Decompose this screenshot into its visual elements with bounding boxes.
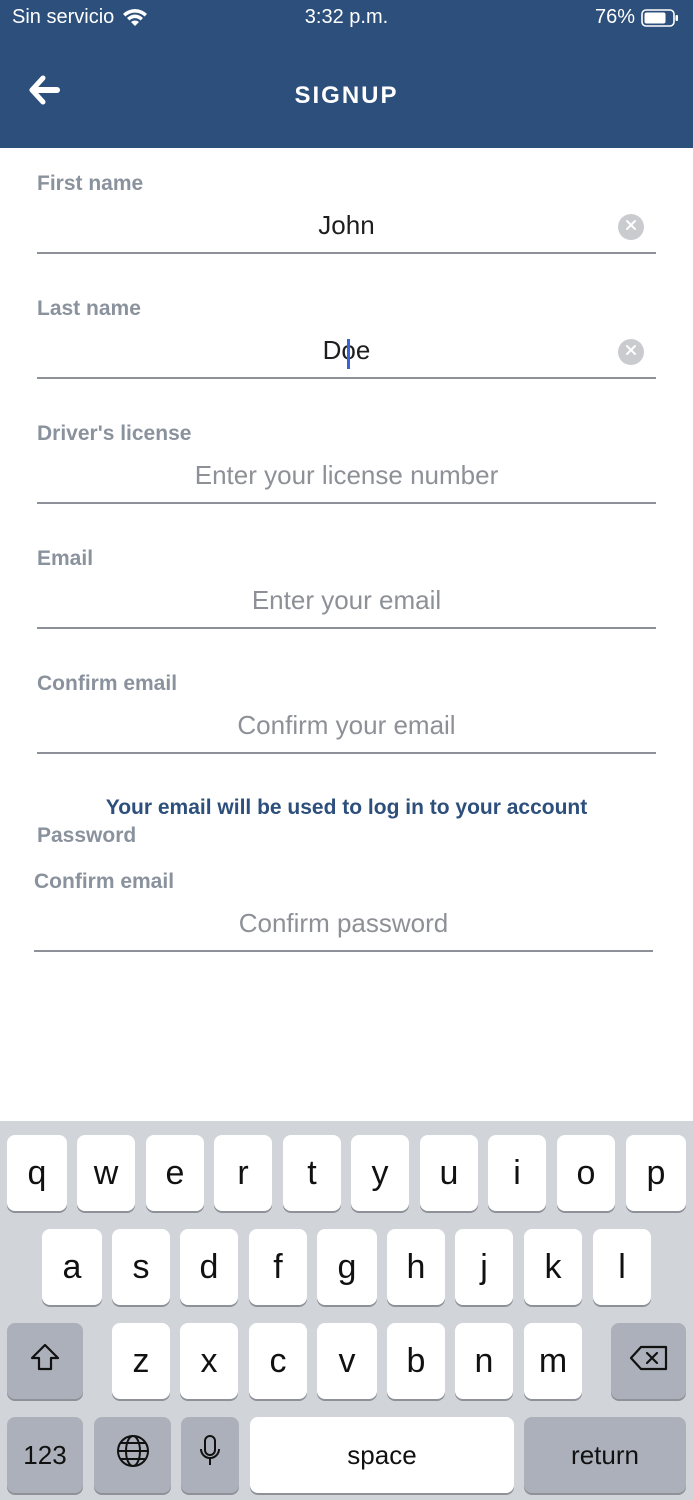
clear-first-name-button[interactable] — [618, 214, 644, 240]
license-field: Driver's license — [37, 422, 656, 522]
key-u[interactable]: u — [420, 1135, 478, 1211]
key-g[interactable]: g — [317, 1229, 377, 1305]
key-f[interactable]: f — [249, 1229, 307, 1305]
app-header: Sin servicio 3:32 p.m. 76% SIGNUP — [0, 0, 693, 148]
close-icon — [625, 343, 637, 361]
key-s[interactable]: s — [112, 1229, 170, 1305]
backspace-key[interactable] — [611, 1323, 686, 1399]
first-name-field: First name — [37, 172, 656, 272]
close-icon — [625, 218, 637, 236]
shift-key[interactable] — [7, 1323, 83, 1399]
email-field: Email — [37, 547, 656, 647]
key-w[interactable]: w — [77, 1135, 135, 1211]
email-input[interactable] — [37, 573, 656, 629]
key-m[interactable]: m — [524, 1323, 582, 1399]
email-login-note: Your email will be used to log in to you… — [105, 796, 588, 819]
globe-icon — [115, 1433, 151, 1478]
key-o[interactable]: o — [557, 1135, 615, 1211]
numbers-key[interactable]: 123 — [7, 1417, 83, 1493]
confirm-password-label: Confirm email — [34, 870, 175, 893]
status-battery: 76% — [595, 6, 679, 29]
key-i[interactable]: i — [488, 1135, 546, 1211]
license-label: Driver's license — [37, 422, 192, 445]
confirm-email-label: Confirm email — [37, 672, 178, 695]
key-d[interactable]: d — [180, 1229, 238, 1305]
confirm-password-field: Confirm email — [34, 870, 653, 970]
license-input[interactable] — [37, 448, 656, 504]
key-l[interactable]: l — [593, 1229, 651, 1305]
backspace-icon — [629, 1342, 669, 1381]
return-key[interactable]: return — [524, 1417, 686, 1493]
key-x[interactable]: x — [180, 1323, 238, 1399]
space-key[interactable]: space — [250, 1417, 514, 1493]
key-a[interactable]: a — [42, 1229, 102, 1305]
key-e[interactable]: e — [146, 1135, 204, 1211]
key-t[interactable]: t — [283, 1135, 341, 1211]
text-cursor — [347, 339, 350, 369]
confirm-email-input[interactable] — [37, 698, 656, 754]
on-screen-keyboard: q w e r t y u i o p a s d f g h j k l z … — [0, 1121, 693, 1500]
key-q[interactable]: q — [7, 1135, 67, 1211]
first-name-label: First name — [37, 172, 144, 195]
dictation-key[interactable] — [181, 1417, 239, 1493]
battery-percent: 76% — [594, 6, 635, 28]
last-name-label: Last name — [37, 297, 141, 320]
confirm-email-field: Confirm email — [37, 672, 656, 772]
key-b[interactable]: b — [387, 1323, 445, 1399]
key-j[interactable]: j — [455, 1229, 513, 1305]
key-n[interactable]: n — [455, 1323, 513, 1399]
last-name-field: Last name — [37, 297, 656, 397]
key-v[interactable]: v — [317, 1323, 377, 1399]
clear-last-name-button[interactable] — [618, 339, 644, 365]
page-title: SIGNUP — [294, 82, 399, 109]
globe-key[interactable] — [94, 1417, 171, 1493]
key-h[interactable]: h — [387, 1229, 445, 1305]
key-z[interactable]: z — [112, 1323, 170, 1399]
email-label: Email — [37, 547, 94, 570]
key-c[interactable]: c — [249, 1323, 307, 1399]
battery-icon — [641, 8, 679, 28]
key-k[interactable]: k — [524, 1229, 582, 1305]
confirm-password-input[interactable] — [34, 896, 653, 952]
first-name-input[interactable] — [37, 198, 656, 254]
key-y[interactable]: y — [351, 1135, 409, 1211]
shift-icon — [29, 1342, 61, 1381]
key-p[interactable]: p — [626, 1135, 686, 1211]
password-label: Password — [37, 824, 137, 847]
status-time: 3:32 p.m. — [304, 6, 389, 28]
key-r[interactable]: r — [214, 1135, 272, 1211]
microphone-icon — [198, 1433, 222, 1478]
